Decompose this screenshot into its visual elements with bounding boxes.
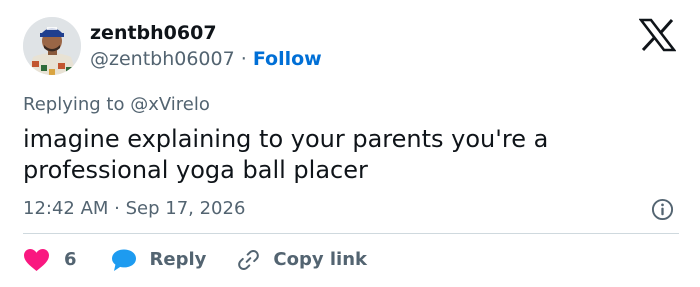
x-logo-icon[interactable] bbox=[639, 18, 676, 52]
tweet-card: zentbh0607 @zentbh06007 · Follow Replyin… bbox=[0, 0, 700, 287]
tweet-timestamp[interactable]: 12:42 AM · Sep 17, 2026 bbox=[23, 197, 245, 221]
heart-icon bbox=[24, 249, 49, 271]
avatar-image bbox=[23, 17, 81, 75]
reply-target-handle[interactable]: @xVirelo bbox=[130, 94, 210, 115]
like-button[interactable]: 6 bbox=[23, 248, 77, 272]
copy-link-button[interactable]: Copy link bbox=[236, 248, 367, 272]
divider bbox=[23, 233, 679, 234]
handle-separator: · bbox=[240, 48, 247, 70]
tweet-text: imagine explaining to your parents you'r… bbox=[23, 125, 549, 184]
reply-prefix: Replying to bbox=[23, 94, 125, 115]
avatar[interactable] bbox=[23, 17, 81, 75]
author-handle[interactable]: @zentbh06007 bbox=[90, 48, 235, 70]
speech-bubble-icon bbox=[111, 249, 136, 271]
action-bar: 6 Reply Copy link bbox=[23, 247, 367, 273]
copy-link-label: Copy link bbox=[273, 249, 367, 270]
author-handle-line: @zentbh06007 · Follow bbox=[90, 47, 322, 71]
reply-button[interactable]: Reply bbox=[111, 248, 207, 272]
author-display-name[interactable]: zentbh0607 bbox=[90, 21, 217, 45]
follow-button[interactable]: Follow bbox=[253, 48, 322, 70]
info-icon[interactable] bbox=[651, 198, 674, 221]
link-icon bbox=[238, 249, 260, 271]
reply-label: Reply bbox=[149, 249, 207, 270]
reply-context: Replying to @xVirelo bbox=[23, 94, 210, 116]
like-count: 6 bbox=[64, 249, 77, 270]
